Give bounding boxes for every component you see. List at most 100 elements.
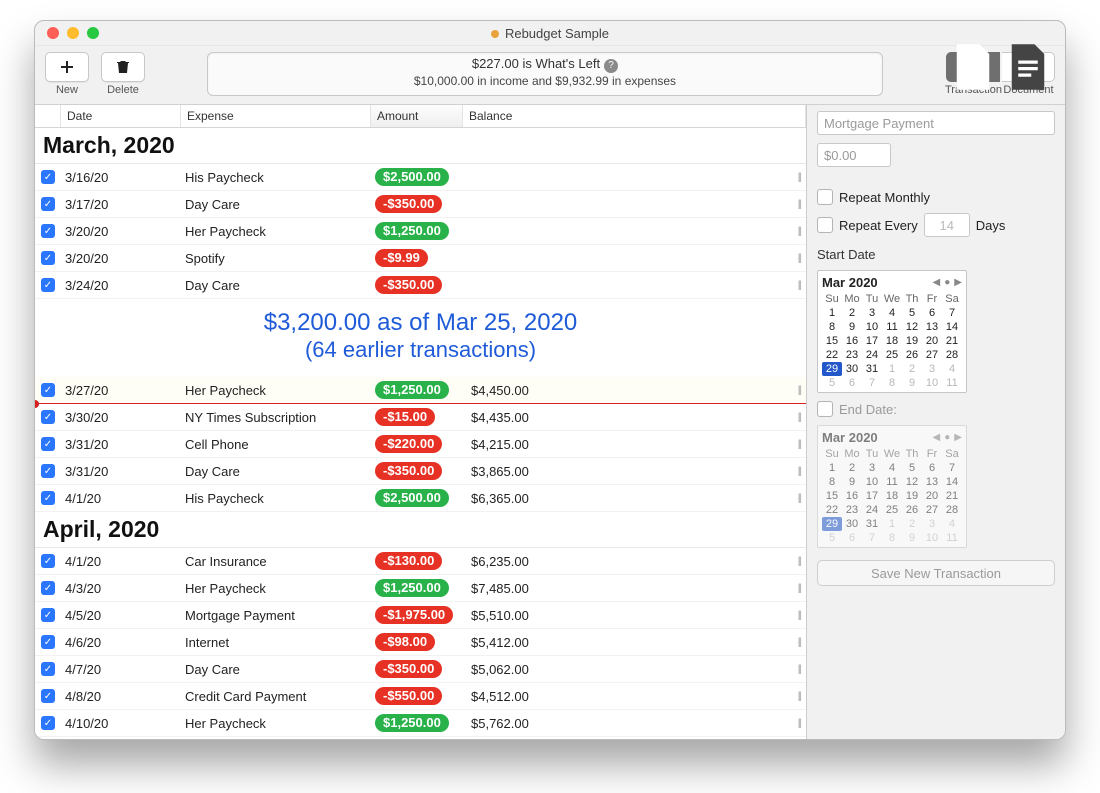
row-checkbox[interactable]: ✓	[41, 224, 55, 238]
calendar-day[interactable]: 10	[862, 320, 882, 334]
calendar-day[interactable]: 26	[902, 348, 922, 362]
calendar-day[interactable]: 4	[942, 517, 962, 531]
row-checkbox[interactable]: ✓	[41, 170, 55, 184]
calendar-day[interactable]: 25	[882, 348, 902, 362]
header-amount[interactable]: Amount	[371, 105, 463, 127]
transactions-list[interactable]: March, 2020✓3/16/20His Paycheck$2,500.00…	[35, 128, 806, 739]
calendar-day[interactable]: 27	[922, 503, 942, 517]
drag-handle-icon[interactable]: ||||	[798, 253, 800, 264]
transaction-row[interactable]: ✓3/31/20Cell Phone-$220.00$4,215.00||||	[35, 431, 806, 458]
header-date[interactable]: Date	[61, 105, 181, 127]
calendar-day[interactable]: 3	[862, 306, 882, 320]
transaction-row[interactable]: ✓3/16/20His Paycheck$2,500.00||||	[35, 164, 806, 191]
calendar-day[interactable]: 9	[902, 376, 922, 390]
transaction-row[interactable]: ✓3/31/20Day Care-$350.00$3,865.00||||	[35, 458, 806, 485]
transaction-row[interactable]: ✓4/1/20Car Insurance-$130.00$6,235.00|||…	[35, 548, 806, 575]
drag-handle-icon[interactable]: ||||	[798, 466, 800, 477]
drag-handle-icon[interactable]: ||||	[798, 172, 800, 183]
calendar-day[interactable]: 8	[882, 376, 902, 390]
calendar-day[interactable]: 9	[842, 475, 862, 489]
help-icon[interactable]: ?	[604, 59, 618, 73]
transaction-row[interactable]: ✓3/27/20Her Paycheck$1,250.00$4,450.00||…	[35, 377, 806, 404]
repeat-every-checkbox[interactable]	[817, 217, 833, 233]
drag-handle-icon[interactable]: ||||	[798, 412, 800, 423]
calendar-day[interactable]: 10	[922, 376, 942, 390]
cal-prev-icon[interactable]: ◀	[933, 277, 941, 288]
calendar-day[interactable]: 1	[882, 517, 902, 531]
calendar-day[interactable]: 3	[922, 362, 942, 376]
calendar-day[interactable]: 1	[822, 461, 842, 475]
drag-handle-icon[interactable]: ||||	[798, 493, 800, 504]
delete-button[interactable]	[101, 52, 145, 82]
calendar-day[interactable]: 11	[942, 531, 962, 545]
new-button[interactable]	[45, 52, 89, 82]
view-document-tab[interactable]: Document	[1002, 52, 1055, 96]
row-checkbox[interactable]: ✓	[41, 383, 55, 397]
calendar-day[interactable]: 19	[902, 334, 922, 348]
calendar-day[interactable]: 20	[922, 489, 942, 503]
drag-handle-icon[interactable]: ||||	[798, 583, 800, 594]
transaction-row[interactable]: ✓3/20/20Spotify-$9.99||||	[35, 245, 806, 272]
calendar-day[interactable]: 30	[842, 517, 862, 531]
drag-handle-icon[interactable]: ||||	[798, 556, 800, 567]
calendar-day[interactable]: 12	[902, 475, 922, 489]
drag-handle-icon[interactable]: ||||	[798, 439, 800, 450]
calendar-day[interactable]: 8	[822, 320, 842, 334]
calendar-day[interactable]: 19	[902, 489, 922, 503]
calendar-day[interactable]: 30	[842, 362, 862, 376]
repeat-every-row[interactable]: Repeat Every 14 Days	[817, 213, 1055, 237]
row-checkbox[interactable]: ✓	[41, 464, 55, 478]
row-checkbox[interactable]: ✓	[41, 278, 55, 292]
calendar-day[interactable]: 13	[922, 320, 942, 334]
calendar-day[interactable]: 18	[882, 334, 902, 348]
calendar-day[interactable]: 26	[902, 503, 922, 517]
row-checkbox[interactable]: ✓	[41, 716, 55, 730]
save-transaction-button[interactable]: Save New Transaction	[817, 560, 1055, 586]
transaction-row[interactable]: ✓3/17/20Day Care-$350.00||||	[35, 191, 806, 218]
drag-handle-icon[interactable]: ||||	[798, 664, 800, 675]
calendar-day[interactable]: 21	[942, 489, 962, 503]
transaction-row[interactable]: ✓4/5/20Mortgage Payment-$1,975.00$5,510.…	[35, 602, 806, 629]
transaction-row[interactable]: ✓4/6/20Internet-$98.00$5,412.00||||	[35, 629, 806, 656]
transaction-amount-input[interactable]: $0.00	[817, 143, 891, 167]
calendar-day[interactable]: 10	[922, 531, 942, 545]
end-date-row[interactable]: End Date:	[817, 401, 1055, 417]
transaction-row[interactable]: ✓4/8/20Credit Card Payment-$550.00$4,512…	[35, 683, 806, 710]
transaction-row[interactable]: ✓4/7/20Day Care-$350.00$5,062.00||||	[35, 656, 806, 683]
repeat-monthly-checkbox[interactable]	[817, 189, 833, 205]
row-checkbox[interactable]: ✓	[41, 251, 55, 265]
end-date-checkbox[interactable]	[817, 401, 833, 417]
drag-handle-icon[interactable]: ||||	[798, 199, 800, 210]
calendar-day[interactable]: 1	[822, 306, 842, 320]
drag-handle-icon[interactable]: ||||	[798, 691, 800, 702]
calendar-day[interactable]: 22	[822, 348, 842, 362]
row-checkbox[interactable]: ✓	[41, 491, 55, 505]
calendar-day[interactable]: 13	[922, 475, 942, 489]
cal-next-icon[interactable]: ▶	[954, 277, 962, 288]
calendar-day[interactable]: 9	[902, 531, 922, 545]
calendar-day[interactable]: 12	[902, 320, 922, 334]
drag-handle-icon[interactable]: ||||	[798, 610, 800, 621]
row-checkbox[interactable]: ✓	[41, 410, 55, 424]
drag-handle-icon[interactable]: ||||	[798, 280, 800, 291]
cal-today-icon[interactable]: ●	[944, 432, 950, 443]
calendar-day[interactable]: 15	[822, 489, 842, 503]
calendar-day[interactable]: 16	[842, 334, 862, 348]
calendar-day[interactable]: 11	[942, 376, 962, 390]
row-checkbox[interactable]: ✓	[41, 689, 55, 703]
calendar-day[interactable]: 2	[842, 306, 862, 320]
calendar-day[interactable]: 2	[902, 517, 922, 531]
calendar-day[interactable]: 23	[842, 503, 862, 517]
calendar-day[interactable]: 14	[942, 475, 962, 489]
calendar-day[interactable]: 5	[902, 306, 922, 320]
calendar-day[interactable]: 5	[822, 531, 842, 545]
calendar-day[interactable]: 28	[942, 348, 962, 362]
transaction-row[interactable]: ✓4/1/20His Paycheck$2,500.00$6,365.00|||…	[35, 485, 806, 512]
calendar-day[interactable]: 2	[902, 362, 922, 376]
calendar-day[interactable]: 28	[942, 503, 962, 517]
calendar-day[interactable]: 10	[862, 475, 882, 489]
calendar-day[interactable]: 3	[922, 517, 942, 531]
calendar-day[interactable]: 22	[822, 503, 842, 517]
calendar-day[interactable]: 5	[822, 376, 842, 390]
calendar-day[interactable]: 16	[842, 489, 862, 503]
